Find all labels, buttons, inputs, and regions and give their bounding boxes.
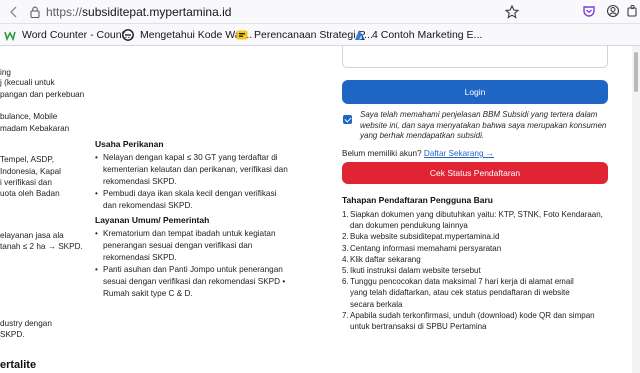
step-item: 4. Klik daftar sekarang bbox=[342, 254, 622, 265]
step-item: 6. Tunggu pencocokan data maksimal 7 hari… bbox=[342, 276, 622, 310]
step-number: 7. bbox=[342, 310, 349, 320]
account-icon[interactable] bbox=[606, 4, 620, 18]
bookmark-contoh-marketing[interactable]: 4 Contoh Marketing E... bbox=[354, 27, 482, 43]
perikanan-bullet: Pembudi daya ikan skala kecil dengan ver… bbox=[95, 188, 276, 212]
step-text: Klik daftar sekarang bbox=[350, 254, 421, 264]
azure-icon bbox=[355, 30, 365, 40]
bookmark-label: Word Counter - Count... bbox=[22, 29, 134, 41]
step-item: 1. Siapkan dokumen yang dibutuhkan yaitu:… bbox=[342, 209, 622, 231]
steps-list: 1. Siapkan dokumen yang dibutuhkan yaitu:… bbox=[342, 209, 622, 332]
step-number: 3. bbox=[342, 243, 349, 253]
left-text-line: SKPD. bbox=[0, 330, 25, 339]
step-text: Siapkan dokumen yang dibutuhkan yaitu: K… bbox=[350, 210, 603, 231]
back-icon[interactable] bbox=[6, 4, 22, 20]
star-icon[interactable] bbox=[504, 4, 520, 20]
step-item: 7. Apabila sudah terkonfirmasi, unduh (do… bbox=[342, 310, 622, 332]
step-number: 2. bbox=[342, 232, 349, 242]
left-text-line: j (kecuali untuk bbox=[0, 78, 55, 87]
login-input-field[interactable] bbox=[342, 46, 608, 68]
extensions-icon[interactable] bbox=[626, 4, 640, 18]
step-text: Ikuti instruksi dalam website tersebut bbox=[350, 266, 481, 276]
left-text-line: Tempel, ASDP, bbox=[0, 155, 55, 164]
wordcounter-icon bbox=[4, 31, 16, 41]
step-text: Buka website subsiditepat.mypertamina.id bbox=[350, 232, 500, 242]
step-text: Tunggu pencocokan data maksimal 7 hari k… bbox=[350, 277, 574, 309]
step-number: 5. bbox=[342, 266, 349, 276]
left-text-line: madam Kebakaran bbox=[0, 124, 70, 133]
bookmark-word-counter[interactable]: Word Counter - Count... bbox=[4, 27, 133, 43]
layanan-bullet: Panti asuhan dan Panti Jompo untuk pener… bbox=[95, 264, 285, 301]
section-heading-pertalite: ertalite bbox=[0, 359, 37, 371]
step-item: 5. Ikuti instruksi dalam website tersebut bbox=[342, 265, 622, 276]
scrollbar-thumb[interactable] bbox=[634, 52, 638, 92]
perikanan-bullet: Nelayan dengan kapal ≤ 30 GT yang terdaf… bbox=[95, 152, 288, 189]
bookmark-perencanaan[interactable]: Perencanaan Strategi P... bbox=[236, 27, 373, 43]
left-text-line: pangan dan perkebuan bbox=[0, 90, 85, 99]
register-link[interactable]: Daftar Sekarang → bbox=[424, 149, 494, 158]
left-text-line: uota oleh Badan bbox=[0, 189, 60, 198]
bookmarks-bar: Word Counter - Count... Mengetahui Kode … bbox=[0, 24, 640, 46]
bookmark-kode-warna[interactable]: Mengetahui Kode War... bbox=[122, 27, 252, 43]
step-item: 3. Centang informasi memahami persyaratan bbox=[342, 243, 622, 254]
steps-title: Tahapan Pendaftaran Pengguna Baru bbox=[342, 195, 493, 205]
consent-checkbox[interactable] bbox=[343, 115, 352, 124]
step-item: 2. Buka website subsiditepat.mypertamina.… bbox=[342, 231, 622, 242]
page-content: ing j (kecuali untuk pangan dan perkebua… bbox=[0, 46, 640, 373]
bookmark-label: 4 Contoh Marketing E... bbox=[372, 29, 483, 41]
register-prompt: Belum memiliki akun? Daftar Sekarang → bbox=[342, 149, 494, 158]
usaha-perikanan-heading: Usaha Perikanan bbox=[95, 139, 164, 149]
pocket-icon[interactable] bbox=[582, 4, 596, 18]
step-number: 6. bbox=[342, 277, 349, 287]
url-text[interactable]: https://subsiditepat.mypertamina.id bbox=[46, 5, 231, 19]
step-number: 1. bbox=[342, 210, 349, 219]
consent-text: Saya telah memahami penjelasan BBM Subsi… bbox=[360, 110, 607, 141]
cek-status-button[interactable]: Cek Status Pendaftaran bbox=[342, 162, 608, 184]
left-text-line: bulance, Mobile bbox=[0, 112, 58, 121]
login-button[interactable]: Login bbox=[342, 80, 608, 104]
url-scheme: https:// bbox=[46, 5, 83, 19]
lock-icon[interactable] bbox=[30, 6, 40, 18]
address-bar[interactable]: https://subsiditepat.mypertamina.id bbox=[0, 0, 640, 24]
left-text-line: tanah ≤ 2 ha → SKPD. bbox=[0, 242, 83, 251]
step-number: 4. bbox=[342, 254, 349, 264]
scrollbar-track[interactable] bbox=[632, 46, 640, 373]
step-text: Apabila sudah terkonfirmasi, unduh (down… bbox=[350, 310, 595, 332]
edge-icon bbox=[122, 29, 134, 41]
layanan-bullet: Krematorium dan tempat ibadah untuk kegi… bbox=[95, 228, 275, 265]
miro-icon bbox=[236, 30, 248, 40]
url-domain: subsiditepat.mypertamina.id bbox=[82, 5, 232, 19]
step-text: Centang informasi memahami persyaratan bbox=[350, 243, 502, 253]
register-prompt-text: Belum memiliki akun? bbox=[342, 149, 422, 158]
layanan-umum-heading: Layanan Umum/ Pemerintah bbox=[95, 215, 210, 225]
